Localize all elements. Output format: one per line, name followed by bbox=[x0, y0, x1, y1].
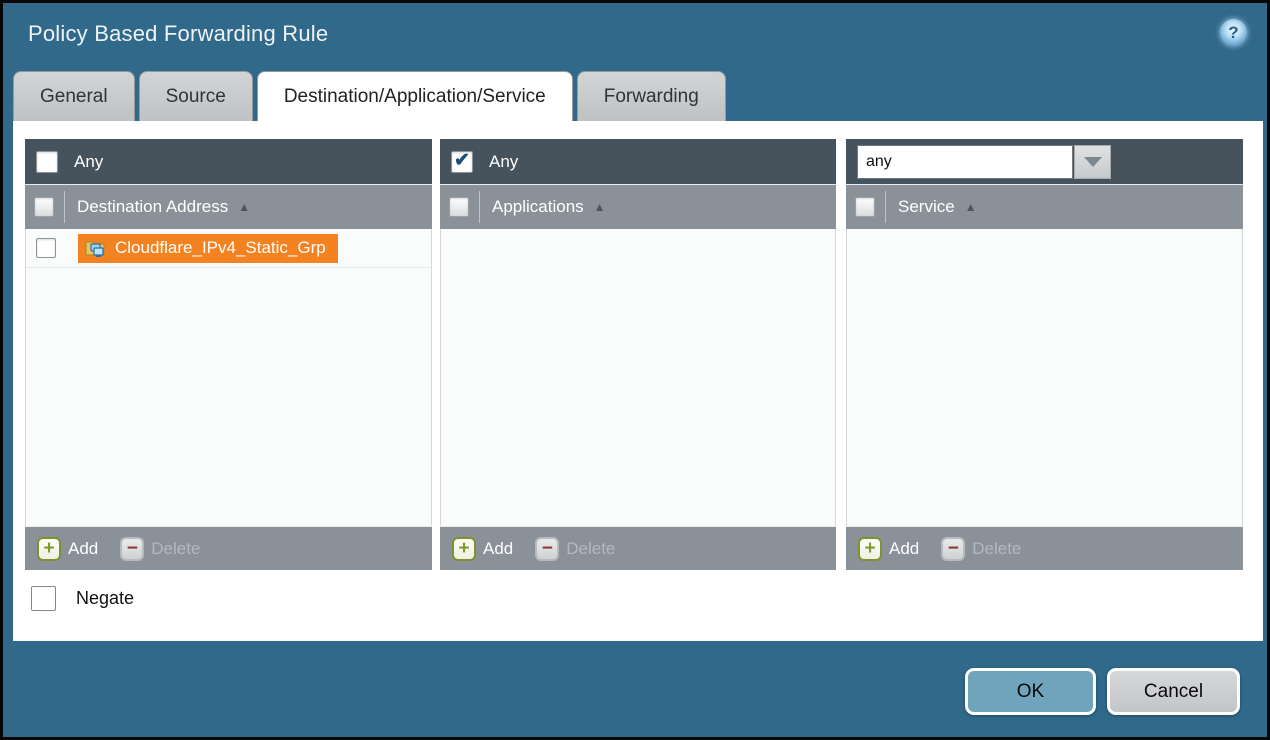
cancel-button[interactable]: Cancel bbox=[1107, 668, 1240, 715]
service-add-button[interactable]: + Add bbox=[858, 537, 919, 561]
applications-any-bar: Any bbox=[440, 139, 836, 185]
destination-any-bar: Any bbox=[25, 139, 432, 185]
ok-button[interactable]: OK bbox=[965, 668, 1096, 715]
service-column-header[interactable]: Service ▲ bbox=[846, 185, 1243, 229]
destination-add-button[interactable]: + Add bbox=[37, 537, 98, 561]
row-checkbox[interactable] bbox=[36, 238, 56, 258]
tab-bar: General Source Destination/Application/S… bbox=[13, 71, 730, 121]
service-mode-input[interactable] bbox=[857, 145, 1073, 179]
applications-toolbar: + Add − Delete bbox=[440, 526, 836, 570]
dropdown-button[interactable] bbox=[1074, 145, 1111, 179]
address-group-name: Cloudflare_IPv4_Static_Grp bbox=[115, 238, 326, 258]
destination-any-label: Any bbox=[74, 152, 103, 172]
plus-icon: + bbox=[858, 537, 882, 561]
tab-source[interactable]: Source bbox=[139, 71, 253, 121]
negate-checkbox[interactable] bbox=[31, 586, 56, 611]
applications-list bbox=[440, 229, 836, 526]
destination-any-checkbox[interactable] bbox=[36, 151, 58, 173]
destination-delete-button[interactable]: − Delete bbox=[120, 537, 200, 561]
delete-button-label: Delete bbox=[566, 539, 615, 559]
applications-any-checkbox[interactable] bbox=[451, 151, 473, 173]
sort-asc-icon[interactable]: ▲ bbox=[594, 200, 606, 214]
service-delete-button[interactable]: − Delete bbox=[941, 537, 1021, 561]
tab-content: Any Destination Address ▲ bbox=[13, 121, 1263, 641]
add-button-label: Add bbox=[889, 539, 919, 559]
dialog-title: Policy Based Forwarding Rule bbox=[28, 21, 328, 47]
applications-add-button[interactable]: + Add bbox=[452, 537, 513, 561]
applications-any-label: Any bbox=[489, 152, 518, 172]
tab-destination-application-service[interactable]: Destination/Application/Service bbox=[257, 71, 573, 121]
add-button-label: Add bbox=[483, 539, 513, 559]
service-toolbar: + Add − Delete bbox=[846, 526, 1243, 570]
applications-column-header[interactable]: Applications ▲ bbox=[440, 185, 836, 229]
service-mode-dropdown[interactable] bbox=[857, 145, 1111, 179]
address-group-icon bbox=[85, 238, 107, 258]
chevron-down-icon bbox=[1084, 157, 1102, 167]
service-header-label: Service bbox=[898, 197, 955, 217]
add-button-label: Add bbox=[68, 539, 98, 559]
minus-icon: − bbox=[120, 537, 144, 561]
service-select-all-checkbox[interactable] bbox=[855, 197, 875, 217]
applications-panel: Any Applications ▲ + Add − Delete bbox=[440, 139, 836, 570]
help-icon[interactable]: ? bbox=[1220, 19, 1247, 46]
destination-toolbar: + Add − Delete bbox=[25, 526, 432, 570]
tab-forwarding[interactable]: Forwarding bbox=[577, 71, 726, 121]
plus-icon: + bbox=[452, 537, 476, 561]
divider bbox=[479, 191, 480, 223]
delete-button-label: Delete bbox=[972, 539, 1021, 559]
destination-select-all-checkbox[interactable] bbox=[34, 197, 54, 217]
destination-list: Cloudflare_IPv4_Static_Grp bbox=[25, 229, 432, 526]
service-mode-bar bbox=[846, 139, 1243, 185]
applications-select-all-checkbox[interactable] bbox=[449, 197, 469, 217]
destination-column-header[interactable]: Destination Address ▲ bbox=[25, 185, 432, 229]
policy-based-forwarding-dialog: Policy Based Forwarding Rule ? General S… bbox=[0, 0, 1270, 740]
minus-icon: − bbox=[941, 537, 965, 561]
destination-panel: Any Destination Address ▲ bbox=[25, 139, 432, 570]
service-list bbox=[846, 229, 1243, 526]
sort-asc-icon[interactable]: ▲ bbox=[965, 200, 977, 214]
selected-address-group[interactable]: Cloudflare_IPv4_Static_Grp bbox=[78, 234, 338, 263]
negate-label: Negate bbox=[76, 588, 134, 609]
service-panel: Service ▲ + Add − Delete bbox=[846, 139, 1243, 570]
divider bbox=[885, 191, 886, 223]
sort-asc-icon[interactable]: ▲ bbox=[238, 200, 250, 214]
divider bbox=[64, 191, 65, 223]
applications-header-label: Applications bbox=[492, 197, 584, 217]
tab-general[interactable]: General bbox=[13, 71, 135, 121]
destination-header-label: Destination Address bbox=[77, 197, 228, 217]
negate-option: Negate bbox=[31, 586, 134, 611]
delete-button-label: Delete bbox=[151, 539, 200, 559]
table-row[interactable]: Cloudflare_IPv4_Static_Grp bbox=[26, 229, 431, 268]
minus-icon: − bbox=[535, 537, 559, 561]
applications-delete-button[interactable]: − Delete bbox=[535, 537, 615, 561]
plus-icon: + bbox=[37, 537, 61, 561]
